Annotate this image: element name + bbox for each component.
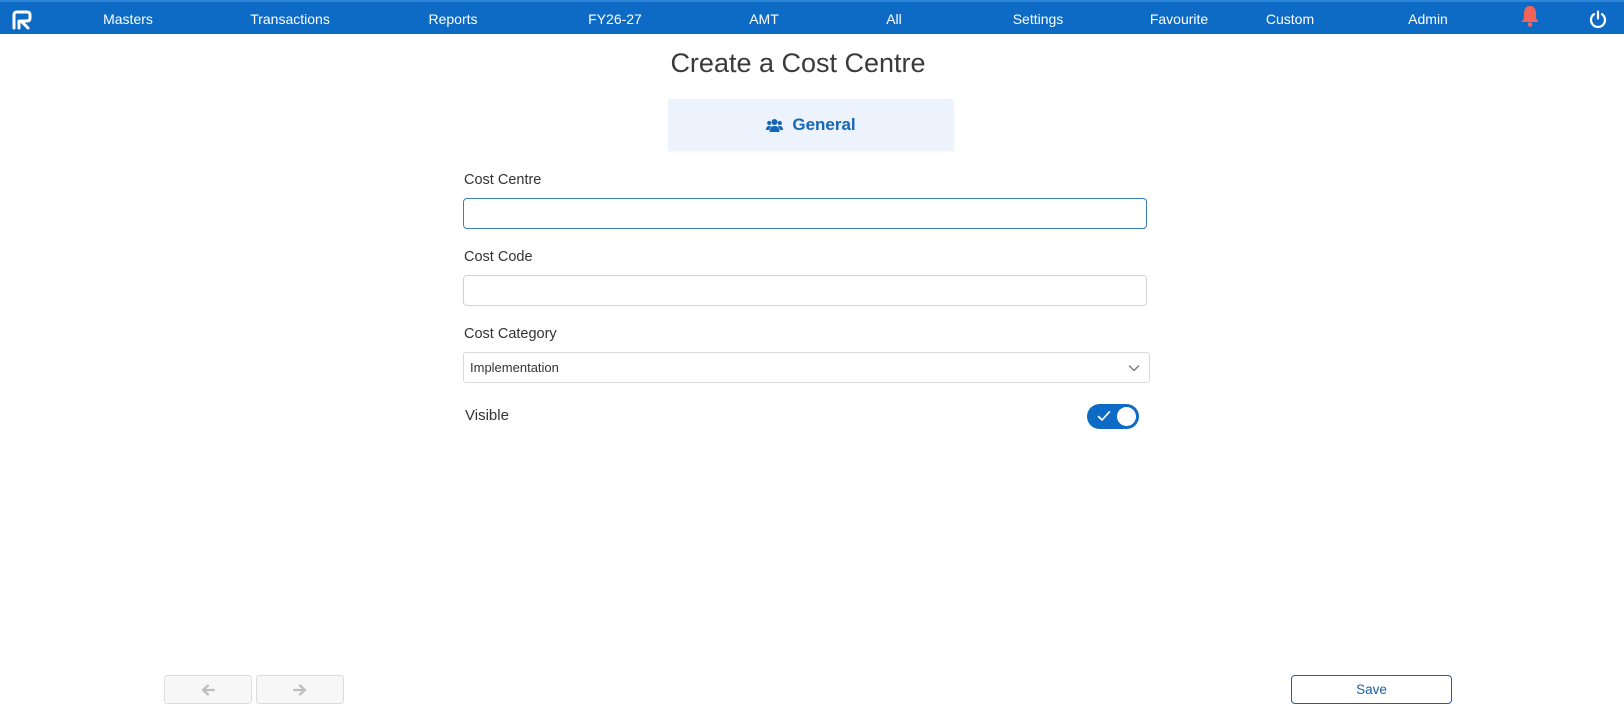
cost-centre-label: Cost Centre: [464, 172, 542, 188]
bell-icon[interactable]: [1519, 4, 1541, 28]
toggle-knob: [1117, 407, 1136, 426]
cost-category-select[interactable]: Implementation: [463, 352, 1150, 383]
users-icon: [766, 118, 784, 132]
next-button[interactable]: [256, 675, 344, 704]
tab-general[interactable]: General: [668, 99, 954, 151]
nav-settings[interactable]: Settings: [1013, 2, 1064, 36]
app-logo-icon[interactable]: [12, 10, 32, 30]
nav-favourite[interactable]: Favourite: [1150, 2, 1208, 36]
tab-general-label: General: [792, 115, 856, 134]
visible-label: Visible: [465, 407, 509, 424]
nav-all[interactable]: All: [886, 2, 902, 36]
check-icon: [1097, 411, 1111, 421]
nav-masters[interactable]: Masters: [103, 2, 153, 36]
power-icon[interactable]: [1589, 10, 1607, 28]
nav-transactions[interactable]: Transactions: [250, 2, 330, 36]
nav-custom[interactable]: Custom: [1266, 2, 1314, 36]
cost-centre-input[interactable]: [463, 198, 1147, 229]
nav-fiscal-year[interactable]: FY26-27: [588, 2, 642, 36]
save-button[interactable]: Save: [1291, 675, 1452, 704]
page-title: Create a Cost Centre: [670, 48, 926, 78]
cost-code-label: Cost Code: [464, 249, 533, 265]
arrow-right-icon: [293, 683, 307, 696]
cost-category-label: Cost Category: [464, 326, 557, 342]
nav-admin[interactable]: Admin: [1408, 2, 1448, 36]
cost-code-input[interactable]: [463, 275, 1147, 306]
chevron-down-icon: [1128, 365, 1140, 372]
cost-category-value: Implementation: [470, 360, 559, 375]
nav-amt[interactable]: AMT: [749, 2, 779, 36]
visible-toggle[interactable]: [1087, 404, 1139, 429]
top-nav-bar: Masters Transactions Reports FY26-27 AMT…: [0, 0, 1624, 34]
previous-button[interactable]: [164, 675, 252, 704]
nav-reports[interactable]: Reports: [428, 2, 477, 36]
arrow-left-icon: [201, 683, 215, 696]
